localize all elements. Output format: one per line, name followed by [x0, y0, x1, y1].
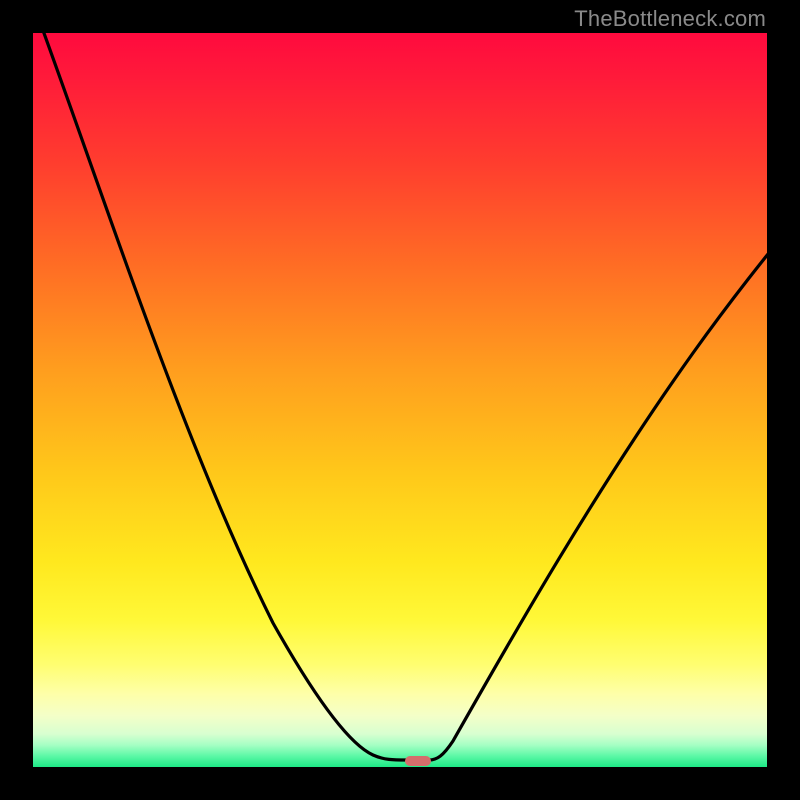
plot-area: [33, 33, 767, 767]
bottleneck-curve: [33, 33, 767, 767]
chart-container: TheBottleneck.com: [0, 0, 800, 800]
watermark-text: TheBottleneck.com: [574, 6, 766, 32]
optimum-marker: [405, 756, 431, 766]
